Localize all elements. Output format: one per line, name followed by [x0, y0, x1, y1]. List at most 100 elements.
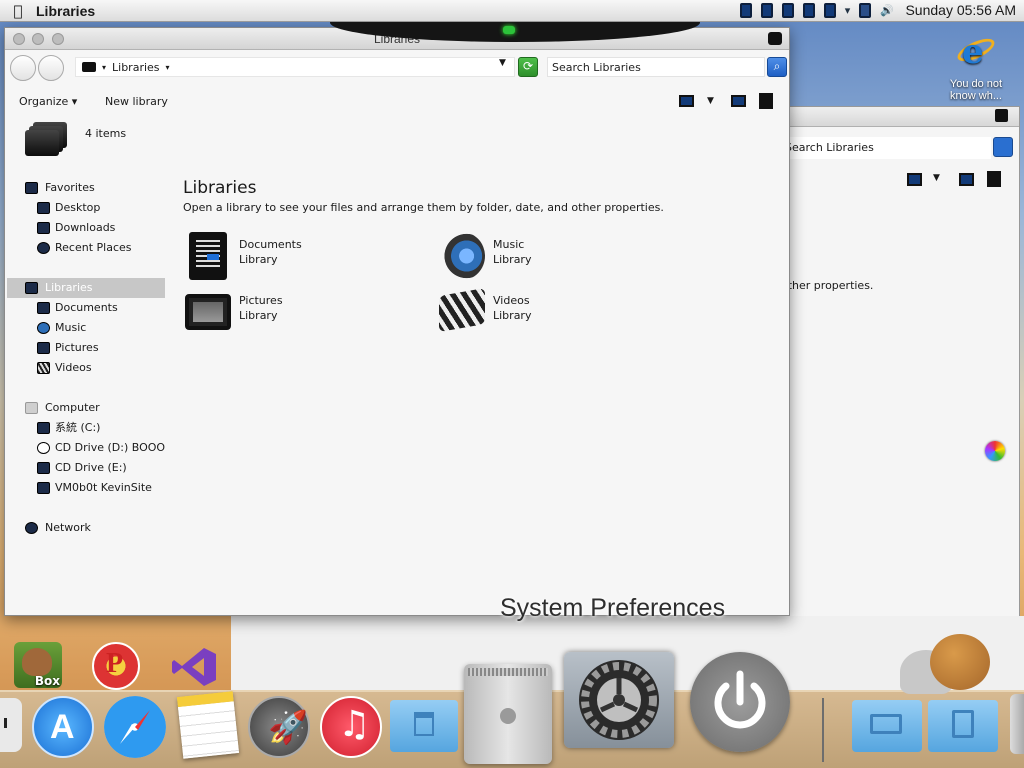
- apple-logo-icon: [500, 708, 516, 724]
- volume-icon[interactable]: 🔊: [880, 4, 894, 17]
- sidebar-item-cd-drive-d[interactable]: CD Drive (D:) BOOOM: [7, 438, 165, 458]
- finder-icon[interactable]: [0, 698, 22, 752]
- breadcrumb-libraries[interactable]: Libraries: [112, 61, 160, 74]
- app-store-a-icon: A: [50, 708, 75, 746]
- launchpad-icon[interactable]: 🚀: [248, 696, 310, 758]
- tray-app-icon[interactable]: [823, 3, 836, 18]
- sidebar-item-documents[interactable]: Documents: [7, 298, 165, 318]
- sidebar-item-network-share[interactable]: VM0b0t KevinSite: [7, 478, 165, 498]
- apple-menu-icon[interactable]: : [0, 2, 36, 20]
- libraries-stack-icon: [23, 122, 67, 160]
- breadcrumb-dropdown-icon[interactable]: ▾: [166, 63, 170, 72]
- forward-button[interactable]: [38, 55, 64, 81]
- help-icon[interactable]: [759, 93, 773, 109]
- sidebar-item-pictures[interactable]: Pictures: [7, 338, 165, 358]
- back-button[interactable]: [10, 55, 36, 81]
- search-input[interactable]: Search Libraries: [547, 57, 765, 77]
- tray-app-icon[interactable]: [739, 3, 752, 18]
- music-icon: [439, 232, 485, 280]
- notes-icon[interactable]: [176, 691, 240, 759]
- refresh-button[interactable]: ⟳: [518, 57, 538, 77]
- p-app-icon[interactable]: P: [92, 642, 140, 690]
- library-type: Library: [239, 253, 278, 266]
- shut-down-icon[interactable]: [690, 652, 790, 752]
- sidebar-item-downloads[interactable]: Downloads: [7, 218, 165, 238]
- pictures-icon: [37, 342, 50, 354]
- documents-icon: [37, 302, 50, 314]
- tray-app-icon[interactable]: [760, 3, 773, 18]
- music-icon: [37, 322, 50, 334]
- monitor-glyph-icon: [870, 714, 902, 734]
- sidebar-libraries[interactable]: Libraries: [7, 278, 165, 298]
- view-dropdown-icon[interactable]: ▼: [933, 173, 940, 183]
- library-type: Library: [493, 253, 532, 266]
- safari-icon[interactable]: [104, 696, 166, 758]
- organize-button[interactable]: Organize ▾: [19, 95, 77, 108]
- box-label: Box: [34, 674, 60, 688]
- tray-app-icon[interactable]: [781, 3, 794, 18]
- hard-drive-icon: [37, 422, 50, 434]
- music-note-icon: ♫: [338, 704, 371, 745]
- help-icon[interactable]: [987, 171, 1001, 187]
- itunes-icon[interactable]: ♫: [320, 696, 382, 758]
- menu-bar:  Libraries ▾ 🔊 Sunday 05:56 AM: [0, 0, 1024, 22]
- sidebar-favorites[interactable]: Favorites: [7, 178, 165, 198]
- library-music[interactable]: Music Library: [439, 232, 669, 284]
- cd-drive-icon: [37, 442, 50, 454]
- background-search-input[interactable]: Search Libraries: [781, 137, 991, 159]
- sidebar-item-cd-drive-e[interactable]: CD Drive (E:): [7, 458, 165, 478]
- app-store-icon[interactable]: A: [32, 696, 94, 758]
- desktop-ie-shortcut[interactable]: e You do not know wh...: [944, 32, 1008, 102]
- sitting-animal-widget: [900, 634, 1000, 694]
- applications-folder-icon[interactable]: [390, 700, 458, 752]
- sidebar-item-desktop[interactable]: Desktop: [7, 198, 165, 218]
- color-orb-icon[interactable]: [985, 441, 1005, 461]
- system-preferences-icon[interactable]: [564, 652, 674, 748]
- p-letter-icon: P: [106, 648, 124, 679]
- sidebar-item-recent-places[interactable]: Recent Places: [7, 238, 165, 258]
- favorites-star-icon: [25, 182, 38, 194]
- background-search-button[interactable]: [993, 137, 1013, 157]
- visual-studio-icon[interactable]: [170, 646, 218, 688]
- documents-icon: [189, 232, 227, 280]
- background-window-titlebar[interactable]: [781, 107, 1019, 127]
- building-icon: [414, 712, 434, 736]
- window-toolbar-toggle-icon[interactable]: [995, 109, 1008, 122]
- toolbar-toggle-button[interactable]: [768, 32, 782, 45]
- sidebar-item-music[interactable]: Music: [7, 318, 165, 338]
- breadcrumb-chevron-icon[interactable]: ▾: [102, 63, 106, 72]
- library-documents[interactable]: Documents Library: [185, 232, 415, 284]
- view-options-icon[interactable]: [907, 173, 922, 186]
- sidebar-computer[interactable]: Computer: [7, 398, 165, 418]
- view-dropdown-icon[interactable]: ▼: [707, 96, 714, 106]
- background-explorer-window[interactable]: Search Libraries ▼ other properties.: [780, 106, 1020, 690]
- desktop-icon-label: You do not know wh...: [949, 78, 1003, 102]
- address-history-dropdown-icon[interactable]: ▼: [499, 58, 506, 68]
- sidebar-item-drive-c[interactable]: 系統 (C:): [7, 418, 165, 438]
- sidebar-network[interactable]: Network: [7, 518, 165, 538]
- library-name: Documents: [239, 238, 302, 251]
- view-options-icon[interactable]: [679, 95, 694, 107]
- videos-icon: [37, 362, 50, 374]
- page-title: Libraries: [183, 178, 257, 198]
- network-drive-icon: [37, 482, 50, 494]
- new-library-button[interactable]: New library: [105, 95, 168, 108]
- library-name: Pictures: [239, 294, 283, 307]
- downloads-folder-icon[interactable]: [928, 700, 998, 752]
- mac-pro-icon[interactable]: [464, 664, 552, 764]
- sidebar-item-videos[interactable]: Videos: [7, 358, 165, 378]
- box-app-icon[interactable]: Box: [14, 642, 62, 688]
- library-videos[interactable]: Videos Library: [439, 287, 669, 340]
- tray-expand-icon[interactable]: ▾: [845, 4, 851, 17]
- preview-pane-icon[interactable]: [731, 95, 746, 107]
- menubar-clock[interactable]: Sunday 05:56 AM: [905, 2, 1016, 18]
- network-status-icon[interactable]: [859, 3, 872, 18]
- library-pictures[interactable]: Pictures Library: [185, 288, 415, 340]
- search-button[interactable]: ⌕: [767, 57, 787, 77]
- app-name-menu[interactable]: Libraries: [36, 3, 95, 19]
- preview-pane-icon[interactable]: [959, 173, 974, 186]
- address-bar[interactable]: ▾ Libraries ▾: [75, 57, 515, 77]
- documents-folder-icon[interactable]: [852, 700, 922, 752]
- trash-icon[interactable]: [1010, 694, 1024, 754]
- tray-app-icon[interactable]: [802, 3, 815, 18]
